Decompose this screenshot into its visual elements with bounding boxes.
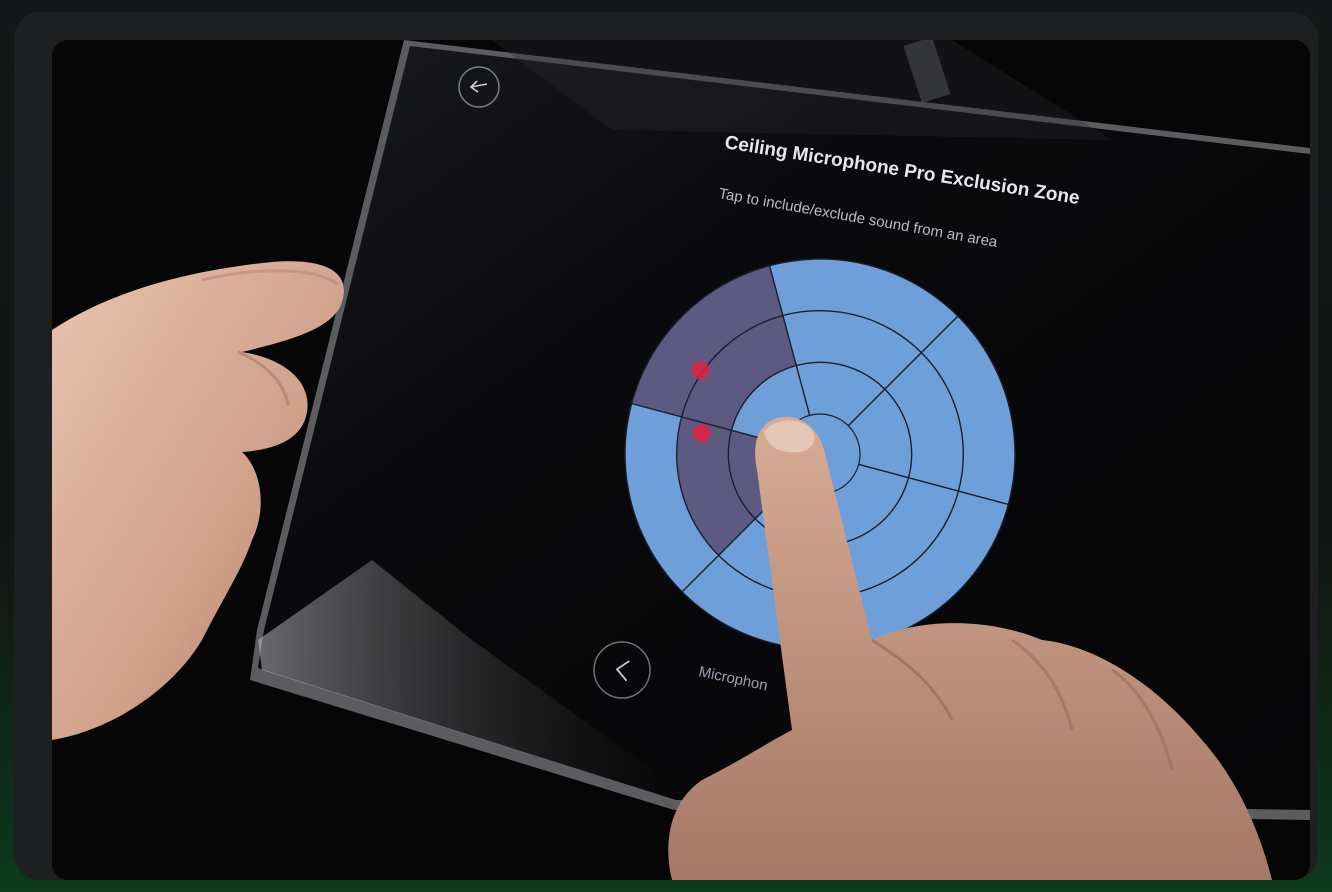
video-frame: Ceiling Microphone Pro Exclusion Zone Ta… [14, 12, 1318, 880]
photo: Ceiling Microphone Pro Exclusion Zone Ta… [52, 40, 1310, 880]
scene: Ceiling Microphone Pro Exclusion Zone Ta… [52, 40, 1310, 880]
